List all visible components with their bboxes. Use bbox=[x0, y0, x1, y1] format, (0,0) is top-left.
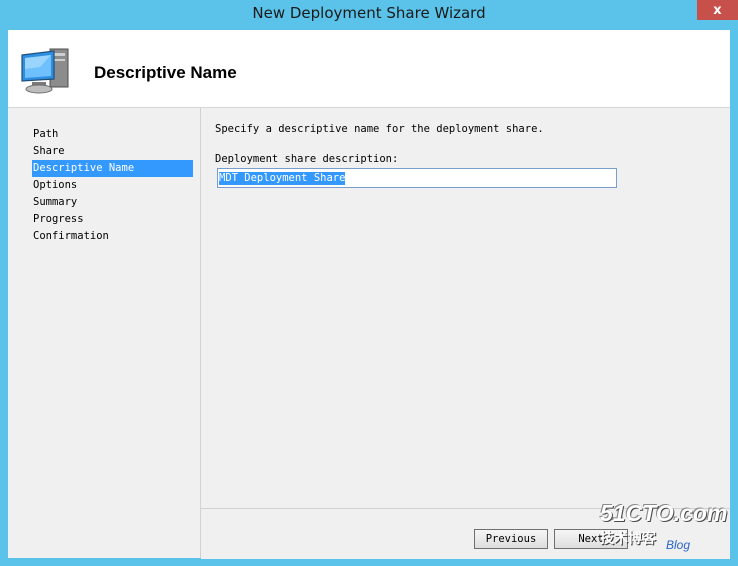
wizard-window: New Deployment Share Wizard x Descriptiv… bbox=[0, 0, 738, 566]
close-button[interactable]: x bbox=[697, 0, 738, 20]
next-button[interactable]: Next bbox=[554, 529, 628, 549]
wizard-footer: Previous Next bbox=[201, 508, 730, 559]
step-confirmation[interactable]: Confirmation bbox=[32, 228, 193, 245]
instruction-text: Specify a descriptive name for the deplo… bbox=[215, 123, 544, 135]
wizard-content: Specify a descriptive name for the deplo… bbox=[201, 108, 730, 508]
step-path[interactable]: Path bbox=[32, 126, 193, 143]
window-title: New Deployment Share Wizard bbox=[252, 4, 486, 22]
wizard-steps-sidebar: Path Share Descriptive Name Options Summ… bbox=[8, 108, 201, 558]
title-bar[interactable]: New Deployment Share Wizard x bbox=[0, 0, 738, 30]
description-label: Deployment share description: bbox=[215, 153, 399, 165]
description-input-value: MDT Deployment Share bbox=[219, 171, 346, 185]
step-share[interactable]: Share bbox=[32, 143, 193, 160]
close-icon: x bbox=[713, 2, 722, 18]
step-options[interactable]: Options bbox=[32, 177, 193, 194]
wizard-client-area: Descriptive Name Path Share Descriptive … bbox=[8, 30, 730, 559]
previous-button[interactable]: Previous bbox=[474, 529, 548, 549]
step-descriptive-name[interactable]: Descriptive Name bbox=[32, 160, 193, 177]
description-input[interactable]: MDT Deployment Share bbox=[217, 168, 617, 188]
computer-monitor-icon bbox=[21, 48, 69, 94]
step-summary[interactable]: Summary bbox=[32, 194, 193, 211]
page-title: Descriptive Name bbox=[94, 63, 237, 82]
wizard-header: Descriptive Name bbox=[8, 30, 730, 108]
step-progress[interactable]: Progress bbox=[32, 211, 193, 228]
